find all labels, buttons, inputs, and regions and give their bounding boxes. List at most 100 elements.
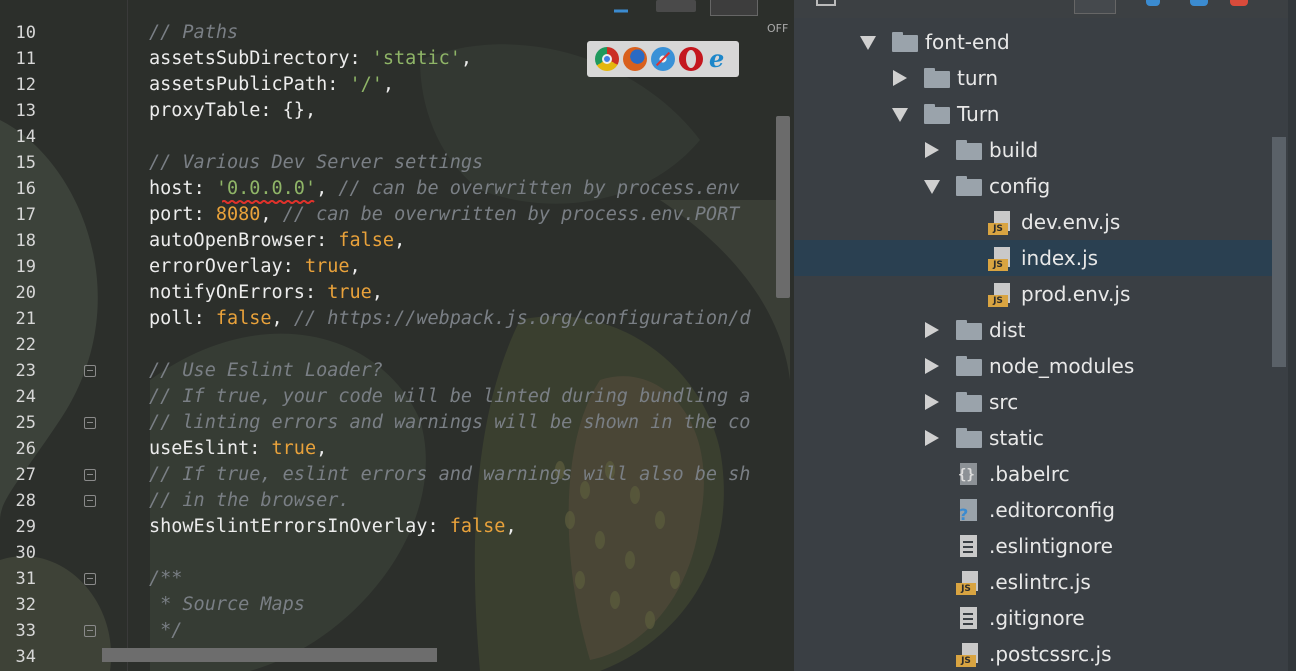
line-number[interactable]: 14 [0,124,36,150]
fold-toggle-icon[interactable] [84,417,96,429]
code-line[interactable]: 33 */ [0,618,794,644]
line-number[interactable]: 33 [0,618,36,644]
line-number[interactable]: 24 [0,384,36,410]
tree-item-node-modules[interactable]: node_modules [794,348,1284,384]
line-number[interactable]: 28 [0,488,36,514]
tree-item-postcssrc-js[interactable]: JS .postcssrc.js [794,636,1284,671]
chevron-down-icon[interactable] [924,180,940,194]
chevron-down-icon[interactable] [892,108,908,122]
code-line[interactable]: 25 // linting errors and warnings will be… [0,410,794,436]
code-line[interactable]: 27 // If true, eslint errors and warnings… [0,462,794,488]
code-line[interactable]: 32 * Source Maps [0,592,794,618]
chevron-right-icon[interactable] [925,394,939,410]
code-line[interactable]: 28 // in the browser. [0,488,794,514]
code-line[interactable]: 31 /** [0,566,794,592]
tree-vertical-scrollbar[interactable] [1272,137,1286,367]
code-text[interactable]: errorOverlay: true, [149,254,361,280]
line-number[interactable]: 11 [0,46,36,72]
code-line[interactable]: 26 useEslint: true, [0,436,794,462]
ie-icon[interactable]: e [707,47,731,71]
tree-item-turn[interactable]: Turn [794,96,1284,132]
chevron-right-icon[interactable] [925,142,939,158]
tree-item-font-end[interactable]: font-end [794,24,1284,60]
code-text[interactable]: // linting errors and warnings will be s… [149,410,750,436]
fold-toggle-icon[interactable] [84,625,96,637]
code-line[interactable]: 18 autoOpenBrowser: false, [0,228,794,254]
tree-item-gitignore[interactable]: .gitignore [794,600,1284,636]
code-line[interactable]: 24 // If true, your code will be linted d… [0,384,794,410]
code-text[interactable]: notifyOnErrors: true, [149,280,383,306]
code-line[interactable]: 17 port: 8080, // can be overwritten by p… [0,202,794,228]
line-number[interactable]: 31 [0,566,36,592]
line-number[interactable]: 21 [0,306,36,332]
tree-item-dev-env-js[interactable]: JS dev.env.js [794,204,1284,240]
code-text[interactable]: proxyTable: {}, [149,98,316,124]
tree-item-editorconfig[interactable]: ? .editorconfig [794,492,1284,528]
tree-item-build[interactable]: build [794,132,1284,168]
save-icon[interactable] [710,0,758,16]
line-number[interactable]: 32 [0,592,36,618]
code-text[interactable]: /** [149,566,182,592]
line-number[interactable]: 12 [0,72,36,98]
code-line[interactable]: 16 host: '0.0.0.0', // can be overwritten… [0,176,794,202]
collapse-icon[interactable] [1190,0,1208,6]
tree-item-src[interactable]: src [794,384,1284,420]
line-number[interactable]: 34 [0,644,36,670]
locate-icon[interactable] [1146,0,1160,6]
line-number[interactable]: 13 [0,98,36,124]
fold-toggle-icon[interactable] [84,365,96,377]
code-line[interactable]: 13 proxyTable: {}, [0,98,794,124]
tree-item-static[interactable]: static [794,420,1284,456]
tree-item-config[interactable]: config [794,168,1284,204]
code-editor[interactable]: 10 // Paths 11 assetsSubDirectory: 'static'… [0,0,794,671]
code-line[interactable]: 30 [0,540,794,566]
tree-item-eslintrc-js[interactable]: JS .eslintrc.js [794,564,1284,600]
code-text[interactable]: // in the browser. [149,488,349,514]
chevron-right-icon[interactable] [925,430,939,446]
chevron-right-icon[interactable] [893,70,907,86]
opera-icon[interactable] [679,47,703,71]
code-line[interactable]: 22 [0,332,794,358]
tree-item-index-js[interactable]: JS index.js [794,240,1284,276]
line-number[interactable]: 18 [0,228,36,254]
chevron-right-icon[interactable] [925,358,939,374]
editor-vertical-scrollbar[interactable] [776,116,790,298]
code-text[interactable]: * Source Maps [149,592,305,618]
safari-icon[interactable] [651,47,675,71]
code-line[interactable]: 20 notifyOnErrors: true, [0,280,794,306]
code-line[interactable]: 19 errorOverlay: true, [0,254,794,280]
chevron-right-icon[interactable] [925,322,939,338]
close-icon[interactable] [1230,0,1248,6]
line-number[interactable]: 30 [0,540,36,566]
code-text[interactable]: */ [149,618,182,644]
tree-item-prod-env-js[interactable]: JS prod.env.js [794,276,1284,312]
tree-item-turn[interactable]: turn [794,60,1284,96]
line-number[interactable]: 17 [0,202,36,228]
code-text[interactable]: // If true, your code will be linted dur… [149,384,750,410]
chevron-down-icon[interactable] [860,36,876,50]
fold-toggle-icon[interactable] [84,469,96,481]
line-number[interactable]: 27 [0,462,36,488]
tree-item-eslintignore[interactable]: .eslintignore [794,528,1284,564]
fold-toggle-icon[interactable] [84,573,96,585]
line-number[interactable]: 22 [0,332,36,358]
code-text[interactable]: autoOpenBrowser: false, [149,228,405,254]
line-number[interactable]: 26 [0,436,36,462]
inspection-status-label[interactable]: OFF [767,22,788,35]
code-line[interactable]: 14 [0,124,794,150]
redo-icon[interactable] [656,0,696,12]
editor-horizontal-scrollbar[interactable] [102,648,437,662]
line-number[interactable]: 10 [0,20,36,46]
code-text[interactable]: showEslintErrorsInOverlay: false, [149,514,517,540]
code-line[interactable]: 23 // Use Eslint Loader? [0,358,794,384]
chrome-icon[interactable] [595,47,619,71]
code-line[interactable]: 21 poll: false, // https://webpack.js.org… [0,306,794,332]
line-number[interactable]: 29 [0,514,36,540]
line-number[interactable]: 23 [0,358,36,384]
code-text[interactable]: // If true, eslint errors and warnings w… [149,462,750,488]
code-text[interactable]: assetsPublicPath: '/', [149,72,394,98]
back-icon[interactable] [612,0,630,16]
line-number[interactable]: 19 [0,254,36,280]
code-text[interactable]: poll: false, // https://webpack.js.org/c… [149,306,750,332]
fold-toggle-icon[interactable] [84,495,96,507]
